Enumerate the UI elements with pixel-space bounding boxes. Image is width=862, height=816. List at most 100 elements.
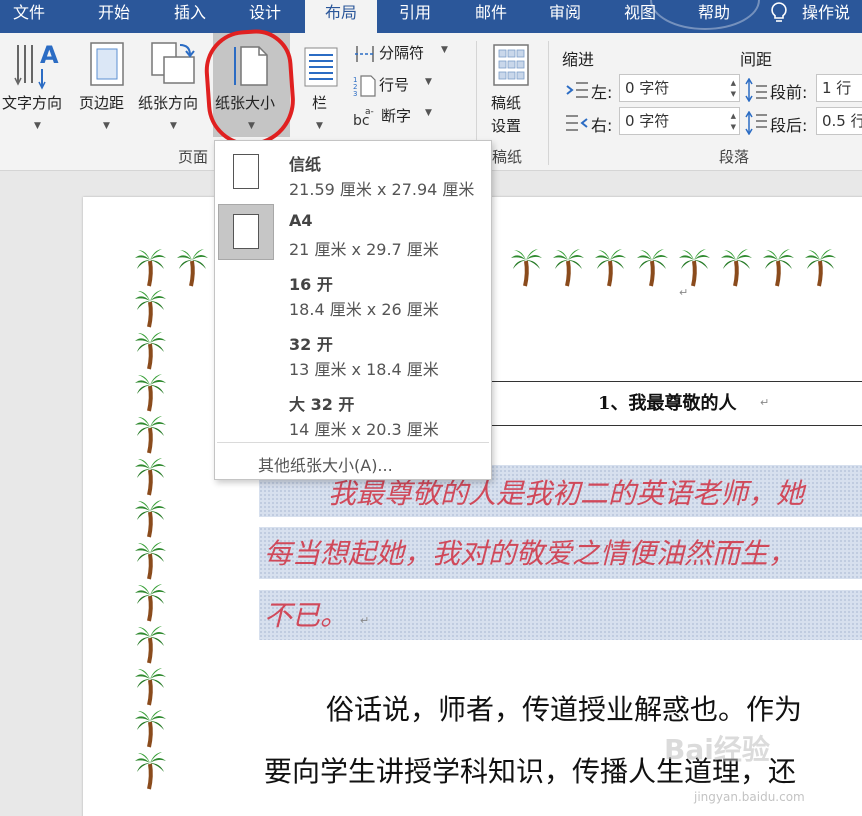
palm-tree-icon (636, 247, 670, 287)
margins-icon (90, 42, 124, 86)
manuscript-group-label: 稿纸 (492, 148, 523, 166)
paper-option-16k[interactable]: 16 开 18.4 厘米 x 26 厘米 (215, 261, 491, 321)
hyphenation-label: 断字 (381, 107, 412, 125)
orientation-icon (151, 42, 195, 84)
paper-option-dims: 21.59 厘米 x 27.94 厘米 (289, 180, 475, 199)
paper-option-letter[interactable]: 信纸 21.59 厘米 x 27.94 厘米 (215, 141, 491, 201)
palm-tree-icon (134, 750, 168, 790)
paper-option-name: 32 开 (289, 335, 333, 354)
tab-references[interactable]: 引用 (383, 0, 447, 33)
indent-right-input[interactable]: 0 字符 ▲ ▼ (619, 107, 740, 135)
palm-tree-icon (552, 247, 586, 287)
indent-left-icon (566, 82, 588, 98)
indent-left-value: 0 字符 (625, 79, 670, 97)
chevron-down-icon: ▼ (425, 108, 432, 118)
columns-button[interactable]: 栏 ▼ (300, 33, 342, 135)
margins-label: 页边距 (79, 94, 125, 112)
paragraph-mark: ↵ (760, 396, 770, 409)
palm-tree-icon (134, 288, 168, 328)
lightbulb-icon (771, 2, 787, 22)
palm-tree-icon (510, 247, 544, 287)
spin-up-icon[interactable]: ▲ (731, 79, 736, 87)
palm-tree-icon (804, 247, 838, 287)
paper-thumb-icon (233, 154, 259, 189)
paper-thumb-icon (233, 214, 259, 249)
tab-layout[interactable]: 布局 (305, 0, 377, 33)
paper-option-name: 大 32 开 (289, 395, 355, 414)
paper-option-32k[interactable]: 32 开 13 厘米 x 18.4 厘米 (215, 321, 491, 381)
indent-right-icon (566, 115, 588, 131)
hyphenation-icon: bc a- (353, 107, 374, 129)
heading-top-rule (490, 381, 862, 382)
indent-left-label: 左: (591, 83, 613, 102)
line-numbers-icon: 1 2 3 (353, 75, 376, 98)
paragraph-mark: ↵ (360, 614, 370, 627)
body-text-line: 俗话说，师者，传道授业解惑也。作为 (326, 693, 803, 726)
columns-icon (304, 47, 338, 87)
spin-down-icon[interactable]: ▼ (731, 90, 736, 98)
paper-option-name: 16 开 (289, 275, 333, 294)
svg-text:a-: a- (365, 107, 374, 117)
more-paper-sizes-item[interactable]: 其他纸张大小(A)... (258, 452, 393, 476)
palm-tree-icon (678, 247, 712, 287)
space-after-label: 段后: (770, 116, 808, 135)
spacing-header: 间距 (740, 50, 773, 69)
tab-help[interactable]: 帮助 (682, 0, 746, 33)
group-separator (548, 41, 549, 165)
palm-tree-icon (762, 247, 796, 287)
ribbon-tab-bar: 文件 开始 插入 设计 布局 引用 邮件 审阅 视图 帮助 操作说 (0, 0, 862, 33)
chevron-down-icon: ▼ (34, 121, 41, 131)
palm-tree-icon (720, 247, 754, 287)
tab-mailings[interactable]: 邮件 (459, 0, 523, 33)
tab-file[interactable]: 文件 (0, 0, 58, 33)
paper-option-dims: 13 厘米 x 18.4 厘米 (289, 360, 439, 379)
manuscript-label-2: 设置 (491, 117, 522, 135)
tab-view[interactable]: 视图 (608, 0, 672, 33)
shaded-line-3 (259, 590, 862, 640)
spin-up-icon[interactable]: ▲ (731, 112, 736, 120)
palm-tree-icon (176, 247, 210, 287)
palm-tree-icon (134, 624, 168, 664)
paragraph-group-label: 段落 (719, 148, 750, 166)
orientation-label: 纸张方向 (138, 94, 199, 112)
space-before-input[interactable]: 1 行 (816, 74, 862, 102)
manuscript-icon (493, 44, 529, 86)
palm-tree-icon (134, 247, 168, 287)
tab-review[interactable]: 审阅 (533, 0, 597, 33)
breaks-label: 分隔符 (379, 44, 425, 62)
palm-tree-icon (134, 708, 168, 748)
palm-tree-icon (134, 666, 168, 706)
palm-tree-icon (134, 498, 168, 538)
tab-home[interactable]: 开始 (82, 0, 146, 33)
text-direction-button[interactable]: A 文字方向 ▼ (0, 33, 76, 135)
space-after-input[interactable]: 0.5 行 (816, 107, 862, 135)
space-after-value: 0.5 行 (822, 112, 862, 130)
paper-option-dims: 18.4 厘米 x 26 厘米 (289, 300, 439, 319)
paper-option-a4[interactable]: A4 21 厘米 x 29.7 厘米 (215, 201, 491, 261)
manuscript-label-1: 稿纸 (491, 94, 522, 112)
paper-option-name: 信纸 (289, 155, 322, 174)
svg-text:A: A (40, 41, 59, 69)
tab-insert[interactable]: 插入 (158, 0, 222, 33)
paper-option-big-32k[interactable]: 大 32 开 14 厘米 x 20.3 厘米 (215, 381, 491, 441)
space-before-icon (745, 78, 767, 102)
tab-design[interactable]: 设计 (233, 0, 297, 33)
space-before-value: 1 行 (822, 79, 852, 97)
margins-button[interactable]: 页边距 ▼ (77, 33, 137, 135)
palm-tree-icon (134, 414, 168, 454)
spin-down-icon[interactable]: ▼ (731, 123, 736, 131)
chevron-down-icon: ▼ (316, 121, 323, 131)
paper-option-dims: 21 厘米 x 29.7 厘米 (289, 240, 439, 259)
manuscript-settings-button[interactable]: 稿纸 设置 (484, 33, 538, 137)
paragraph-mark: ↵ (679, 286, 689, 299)
chevron-down-icon: ▼ (103, 121, 110, 131)
palm-tree-icon (134, 372, 168, 412)
indent-left-input[interactable]: 0 字符 ▲ ▼ (619, 74, 740, 102)
palm-tree-icon (134, 330, 168, 370)
palm-tree-icon (134, 582, 168, 622)
paper-option-dims: 14 厘米 x 20.3 厘米 (289, 420, 439, 439)
paper-size-menu: 信纸 21.59 厘米 x 27.94 厘米 A4 21 厘米 x 29.7 厘… (214, 140, 492, 480)
watermark-logo: Bai经验 (664, 733, 770, 766)
orientation-button[interactable]: 纸张方向 ▼ (138, 33, 210, 135)
highlighted-text-line: 不已。 (264, 599, 349, 632)
